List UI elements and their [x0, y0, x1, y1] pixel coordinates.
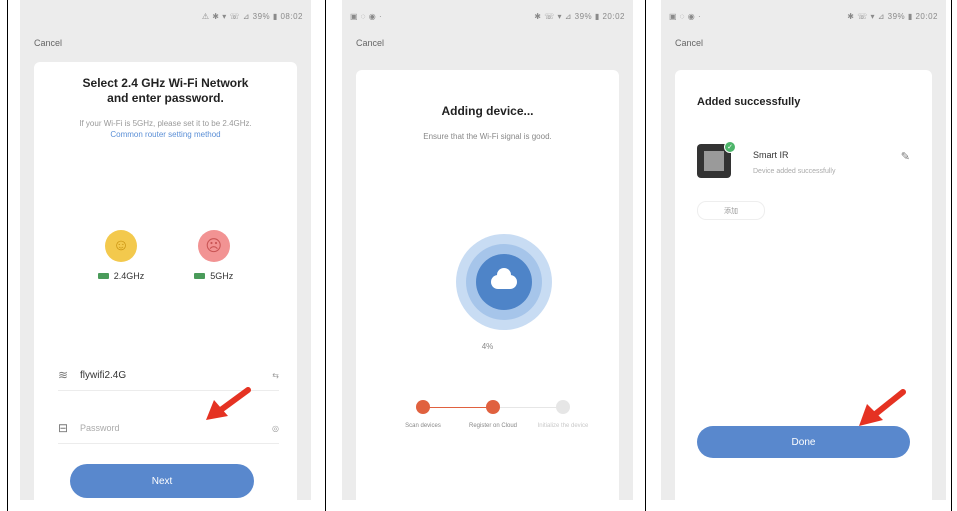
device-name: Smart IR: [753, 150, 789, 160]
hint-text: Ensure that the Wi-Fi signal is good.: [423, 132, 552, 141]
step-register: Register on Cloud: [463, 400, 523, 430]
page-title: Adding device...: [441, 104, 534, 118]
divider: [951, 0, 952, 511]
status-bar: ⚠ ✱ ▾ ☏ ⊿ 39% ▮ 08:02: [20, 0, 311, 32]
device-status: Device added successfully: [753, 168, 836, 175]
step-initialize: Initialize the device: [533, 400, 593, 430]
step-dot: [556, 400, 570, 414]
status-left-icons: ▣ ◌ ◉ ·: [669, 11, 702, 21]
hint-text: If your Wi-Fi is 5GHz, please set it to …: [79, 119, 252, 139]
progress-ring: [456, 234, 552, 330]
step-dot: [486, 400, 500, 414]
device-row[interactable]: ✓ Smart IR Device added successfully ✎: [697, 141, 910, 184]
setup-card: Select 2.4 GHz Wi-Fi Network and enter p…: [34, 62, 297, 500]
cancel-link[interactable]: Cancel: [342, 32, 633, 58]
edit-icon[interactable]: ✎: [901, 150, 910, 163]
cancel-link[interactable]: Cancel: [20, 32, 311, 58]
cancel-link[interactable]: Cancel: [661, 32, 946, 58]
band-bad: ☹ 5GHz: [194, 230, 233, 281]
router-icon: [194, 273, 206, 279]
progress-percent: 4%: [481, 342, 494, 351]
adding-device-screen: ▣ ◌ ◉ · ✱ ☏ ▾ ⊿ 39% ▮ 20:02 Cancel Addin…: [342, 0, 633, 500]
status-icons: ✱ ☏ ▾ ⊿ 39% ▮ 20:02: [847, 11, 938, 21]
band-indicators: ☺ 2.4GHz ☹ 5GHz: [34, 230, 297, 281]
wifi-name-value: flywifi2.4G: [80, 369, 127, 381]
step-scan: Scan devices: [393, 400, 453, 430]
status-bar: ▣ ◌ ◉ · ✱ ☏ ▾ ⊿ 39% ▮ 20:02: [661, 0, 946, 32]
band-label-bad: 5GHz: [210, 271, 234, 281]
next-button[interactable]: Next: [70, 464, 254, 498]
red-arrow-icon: [206, 387, 251, 420]
page-title: Select 2.4 GHz Wi-Fi Network and enter p…: [82, 76, 249, 105]
divider: [645, 0, 646, 511]
show-password-icon[interactable]: ◎: [272, 424, 279, 433]
switch-network-icon[interactable]: ⇆: [272, 371, 279, 380]
check-icon: ✓: [724, 141, 736, 153]
smile-icon: ☺: [104, 230, 137, 262]
added-success-screen: ▣ ◌ ◉ · ✱ ☏ ▾ ⊿ 39% ▮ 20:02 Cancel Added…: [661, 0, 946, 500]
step-indicator: Scan devices Register on Cloud Initializ…: [398, 400, 588, 460]
sad-icon: ☹: [197, 230, 230, 262]
status-icons: ✱ ☏ ▾ ⊿ 39% ▮ 20:02: [534, 11, 625, 21]
progress-card: Adding device... Ensure that the Wi-Fi s…: [356, 70, 619, 500]
band-good: ☺ 2.4GHz: [97, 230, 145, 281]
step-dot: [416, 400, 430, 414]
cloud-icon: [491, 268, 517, 289]
band-label-good: 2.4GHz: [113, 271, 145, 281]
divider: [7, 0, 8, 511]
wifi-setup-screen: ⚠ ✱ ▾ ☏ ⊿ 39% ▮ 08:02 Cancel Select 2.4 …: [20, 0, 311, 500]
status-left-icons: ▣ ◌ ◉ ·: [350, 11, 383, 21]
wifi-icon: ≋: [58, 368, 69, 382]
status-icons: ⚠ ✱ ▾ ☏ ⊿ 39% ▮ 08:02: [201, 11, 303, 21]
room-button[interactable]: 添加: [697, 201, 765, 220]
page-title: Added successfully: [697, 96, 801, 108]
divider: [325, 0, 326, 511]
done-button[interactable]: Done: [697, 426, 910, 458]
lock-icon: ⊟: [58, 421, 69, 435]
result-card: Added successfully ✓ Smart IR Device add…: [675, 70, 932, 500]
router-setting-link[interactable]: Common router setting method: [110, 130, 220, 139]
router-icon: [97, 273, 109, 279]
status-bar: ▣ ◌ ◉ · ✱ ☏ ▾ ⊿ 39% ▮ 20:02: [342, 0, 633, 32]
